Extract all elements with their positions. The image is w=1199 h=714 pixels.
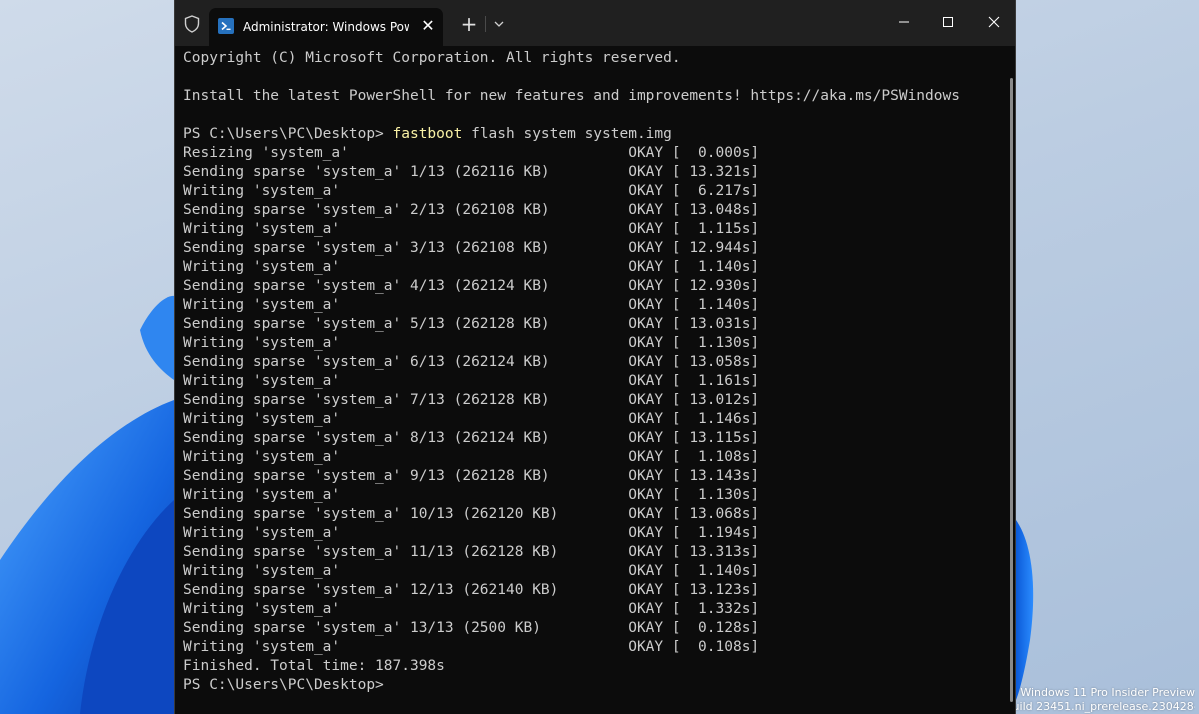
terminal-line: Writing 'system_a' OKAY [ 1.161s] [183,373,760,389]
terminal-line: Install the latest PowerShell for new fe… [183,88,960,104]
watermark-build: Build 23451.ni_prerelease.230428-1 [1005,700,1195,713]
terminal-line: Writing 'system_a' OKAY [ 1.140s] [183,563,760,579]
maximize-icon[interactable] [925,8,971,36]
terminal-line: Writing 'system_a' OKAY [ 1.194s] [183,525,760,541]
terminal-line: Sending sparse 'system_a' 3/13 (262108 K… [183,240,760,256]
terminal-line: Writing 'system_a' OKAY [ 6.217s] [183,183,760,199]
terminal-line: Sending sparse 'system_a' 8/13 (262124 K… [183,430,760,446]
terminal-line: Sending sparse 'system_a' 7/13 (262128 K… [183,392,760,408]
terminal-line: Sending sparse 'system_a' 12/13 (262140 … [183,582,760,598]
plus-icon[interactable]: + [457,12,481,36]
command-args: flash system system.img [462,126,672,142]
tab-title: Administrator: Windows PowerShell [243,20,409,34]
terminal-line: Writing 'system_a' OKAY [ 1.130s] [183,335,760,351]
terminal-line: Sending sparse 'system_a' 1/13 (262116 K… [183,164,760,180]
terminal-line: Writing 'system_a' OKAY [ 1.146s] [183,411,760,427]
minimize-icon[interactable] [881,8,927,36]
command-name: fastboot [392,126,463,142]
terminal-line: Writing 'system_a' OKAY [ 1.108s] [183,449,760,465]
terminal-line: Copyright (C) Microsoft Corporation. All… [183,50,681,66]
bloom-petal-right [1016,520,1034,700]
terminal-line: Sending sparse 'system_a' 4/13 (262124 K… [183,278,760,294]
title-bar[interactable]: Administrator: Windows PowerShell ✕ + [175,0,1015,46]
terminal-line: Sending sparse 'system_a' 6/13 (262124 K… [183,354,760,370]
terminal-line: Resizing 'system_a' OKAY [ 0.000s] [183,145,760,161]
terminal-line: Sending sparse 'system_a' 13/13 (2500 KB… [183,620,760,636]
close-window-icon[interactable] [971,8,1017,36]
terminal-window: Administrator: Windows PowerShell ✕ + Co… [174,0,1016,714]
prompt-text: PS C:\Users\PC\Desktop> [183,126,393,142]
tab-powershell[interactable]: Administrator: Windows PowerShell ✕ [209,8,443,46]
terminal-line: Writing 'system_a' OKAY [ 1.115s] [183,221,760,237]
bloom-petal-top-left [140,295,174,380]
close-icon[interactable]: ✕ [419,16,437,36]
terminal-line: Sending sparse 'system_a' 5/13 (262128 K… [183,316,760,332]
terminal-line: Finished. Total time: 187.398s [183,658,445,674]
terminal-line: PS C:\Users\PC\Desktop> fastboot flash s… [183,125,1003,144]
terminal-line: Sending sparse 'system_a' 11/13 (262128 … [183,544,760,560]
terminal-line: PS C:\Users\PC\Desktop> [183,677,384,693]
watermark-edition: Windows 11 Pro Insider Preview [1020,686,1195,699]
terminal-line: Sending sparse 'system_a' 2/13 (262108 K… [183,202,760,218]
terminal-line: Sending sparse 'system_a' 10/13 (262120 … [183,506,760,522]
scrollbar[interactable] [1010,78,1013,702]
terminal-line: Writing 'system_a' OKAY [ 1.130s] [183,487,760,503]
terminal-line: Writing 'system_a' OKAY [ 1.140s] [183,297,760,313]
terminal-line: Writing 'system_a' OKAY [ 1.332s] [183,601,760,617]
chevron-down-icon[interactable] [489,12,509,36]
terminal-line: Writing 'system_a' OKAY [ 1.140s] [183,259,760,275]
terminal-line: Sending sparse 'system_a' 9/13 (262128 K… [183,468,760,484]
terminal-line: Writing 'system_a' OKAY [ 0.108s] [183,639,760,655]
tab-divider [485,16,486,32]
powershell-icon [218,18,234,34]
shield-icon [181,13,203,35]
windows-watermark: Windows 11 Pro Insider Preview Build 234… [1005,686,1195,714]
terminal-output[interactable]: Copyright (C) Microsoft Corporation. All… [183,49,1003,709]
